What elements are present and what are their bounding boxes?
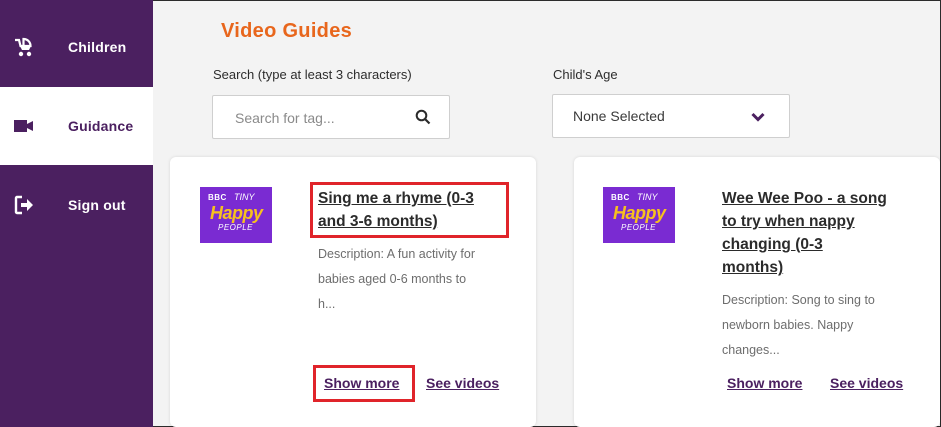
search-input[interactable] [233, 107, 407, 129]
highlight-box-title [310, 182, 509, 238]
search-field[interactable] [212, 95, 450, 139]
age-select[interactable]: None Selected [552, 94, 790, 138]
sidebar-item-children[interactable]: Children [0, 8, 153, 86]
see-videos-link[interactable]: See videos [830, 375, 903, 391]
video-title-link[interactable]: Wee Wee Poo - a song to try when nappy c… [722, 187, 887, 279]
sidebar: Children Guidance Sign out [0, 0, 153, 427]
stroller-icon [12, 35, 36, 59]
highlight-box-show-more [313, 365, 415, 402]
sidebar-item-sign-out[interactable]: Sign out [0, 166, 153, 244]
search-label: Search (type at least 3 characters) [213, 67, 412, 82]
age-select-value: None Selected [573, 108, 665, 124]
bbc-tiny-happy-people-logo: BBC TINY Happy PEOPLE [200, 187, 272, 243]
chevron-down-icon [751, 110, 765, 124]
sidebar-item-label: Guidance [68, 118, 134, 134]
sidebar-item-label: Sign out [68, 197, 126, 213]
video-description: Description: A fun activity for babies a… [318, 247, 476, 311]
see-videos-link[interactable]: See videos [426, 375, 499, 391]
page-title: Video Guides [221, 20, 353, 42]
search-icon[interactable] [415, 109, 431, 125]
video-card: BBC TINY Happy PEOPLE Wee Wee Poo - a so… [574, 157, 940, 427]
age-filter-label: Child's Age [553, 67, 618, 82]
sidebar-item-label: Children [68, 39, 127, 55]
bbc-tiny-happy-people-logo: BBC TINY Happy PEOPLE [603, 187, 675, 243]
sign-out-icon [12, 193, 36, 217]
video-camera-icon [12, 114, 36, 138]
video-description: Description: Song to sing to newborn bab… [722, 293, 875, 357]
show-more-link[interactable]: Show more [727, 375, 802, 391]
sidebar-item-guidance[interactable]: Guidance [0, 87, 153, 165]
